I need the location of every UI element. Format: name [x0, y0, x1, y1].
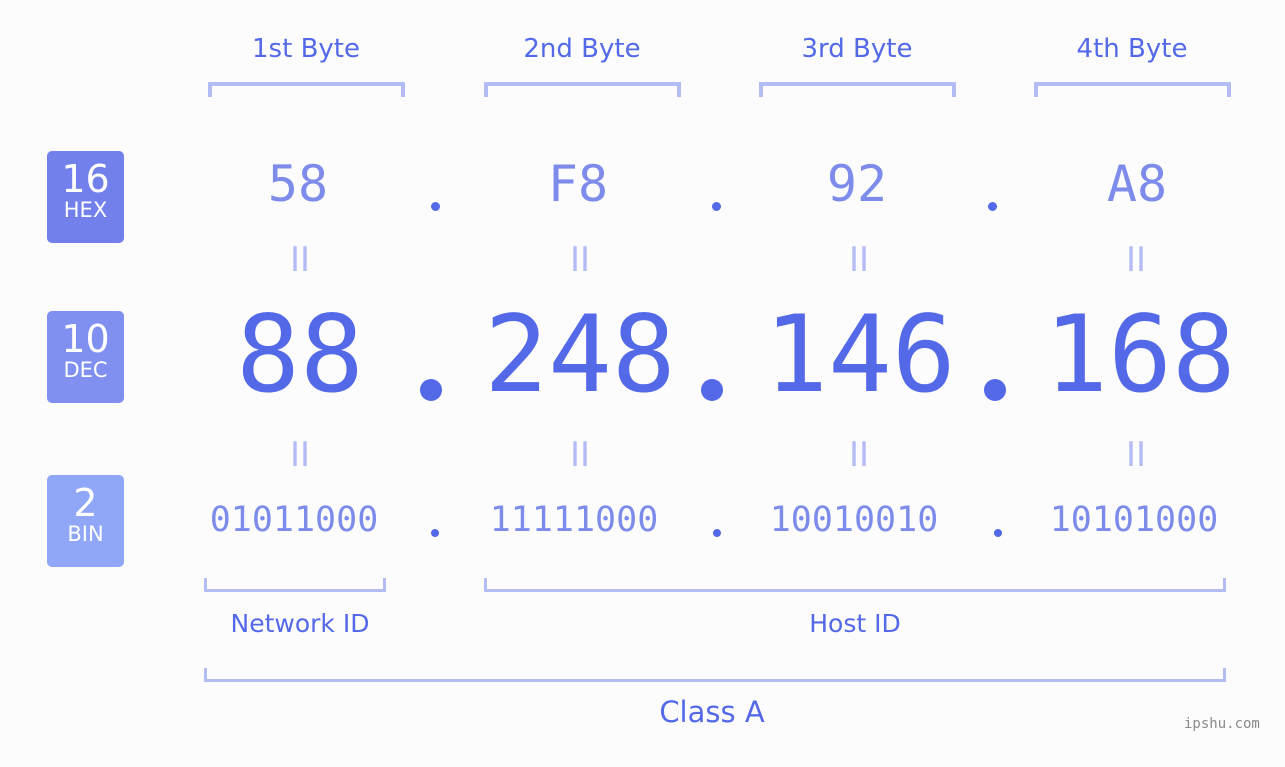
byte-header-1: 1st Byte — [252, 34, 360, 64]
hex-byte-2: F8 — [547, 155, 609, 213]
network-id-label: Network ID — [230, 609, 370, 638]
hex-badge-number: 16 — [61, 157, 110, 201]
hex-badge: 16 HEX — [47, 151, 124, 243]
equals-icon: II — [289, 435, 311, 475]
bin-badge-number: 2 — [73, 481, 98, 525]
bin-dot-3 — [994, 529, 1002, 537]
dec-byte-4: 168 — [1044, 293, 1236, 416]
hex-byte-1: 58 — [267, 155, 329, 213]
bin-badge: 2 BIN — [47, 475, 124, 567]
equals-icon: II — [289, 240, 311, 280]
byte-header-4: 4th Byte — [1076, 34, 1188, 64]
dec-dot-2 — [701, 379, 723, 401]
class-bracket — [204, 668, 1226, 682]
dec-badge: 10 DEC — [47, 311, 124, 403]
dec-byte-3: 146 — [764, 293, 956, 416]
byte-bracket-1 — [208, 82, 405, 97]
dec-byte-2: 248 — [484, 293, 676, 416]
bin-byte-3: 10010010 — [769, 500, 939, 540]
hex-dot-3 — [988, 202, 997, 211]
watermark: ipshu.com — [1184, 716, 1260, 732]
hex-badge-label: HEX — [63, 198, 108, 222]
hex-dot-1 — [431, 202, 440, 211]
equals-icon: II — [1125, 240, 1147, 280]
dec-badge-number: 10 — [61, 317, 110, 361]
byte-header-2: 2nd Byte — [523, 34, 641, 64]
byte-bracket-4 — [1034, 82, 1231, 97]
network-id-bracket — [204, 578, 386, 592]
hex-byte-4: A8 — [1106, 155, 1168, 213]
dec-dot-3 — [984, 379, 1006, 401]
bin-byte-4: 10101000 — [1049, 500, 1219, 540]
equals-icon: II — [569, 435, 591, 475]
bin-byte-2: 11111000 — [489, 500, 659, 540]
hex-dot-2 — [712, 202, 721, 211]
byte-bracket-3 — [759, 82, 956, 97]
bin-dot-1 — [431, 529, 439, 537]
class-label: Class A — [659, 695, 765, 729]
bin-dot-2 — [713, 529, 721, 537]
dec-badge-label: DEC — [63, 358, 108, 382]
dec-byte-1: 88 — [236, 293, 364, 416]
bin-badge-label: BIN — [67, 522, 104, 546]
host-id-label: Host ID — [809, 609, 901, 638]
byte-header-3: 3rd Byte — [801, 34, 913, 64]
equals-icon: II — [848, 240, 870, 280]
dec-dot-1 — [420, 379, 442, 401]
hex-byte-3: 92 — [826, 155, 888, 213]
equals-icon: II — [1125, 435, 1147, 475]
equals-icon: II — [569, 240, 591, 280]
byte-bracket-2 — [484, 82, 681, 97]
host-id-bracket — [484, 578, 1226, 592]
equals-icon: II — [848, 435, 870, 475]
bin-byte-1: 01011000 — [209, 500, 379, 540]
